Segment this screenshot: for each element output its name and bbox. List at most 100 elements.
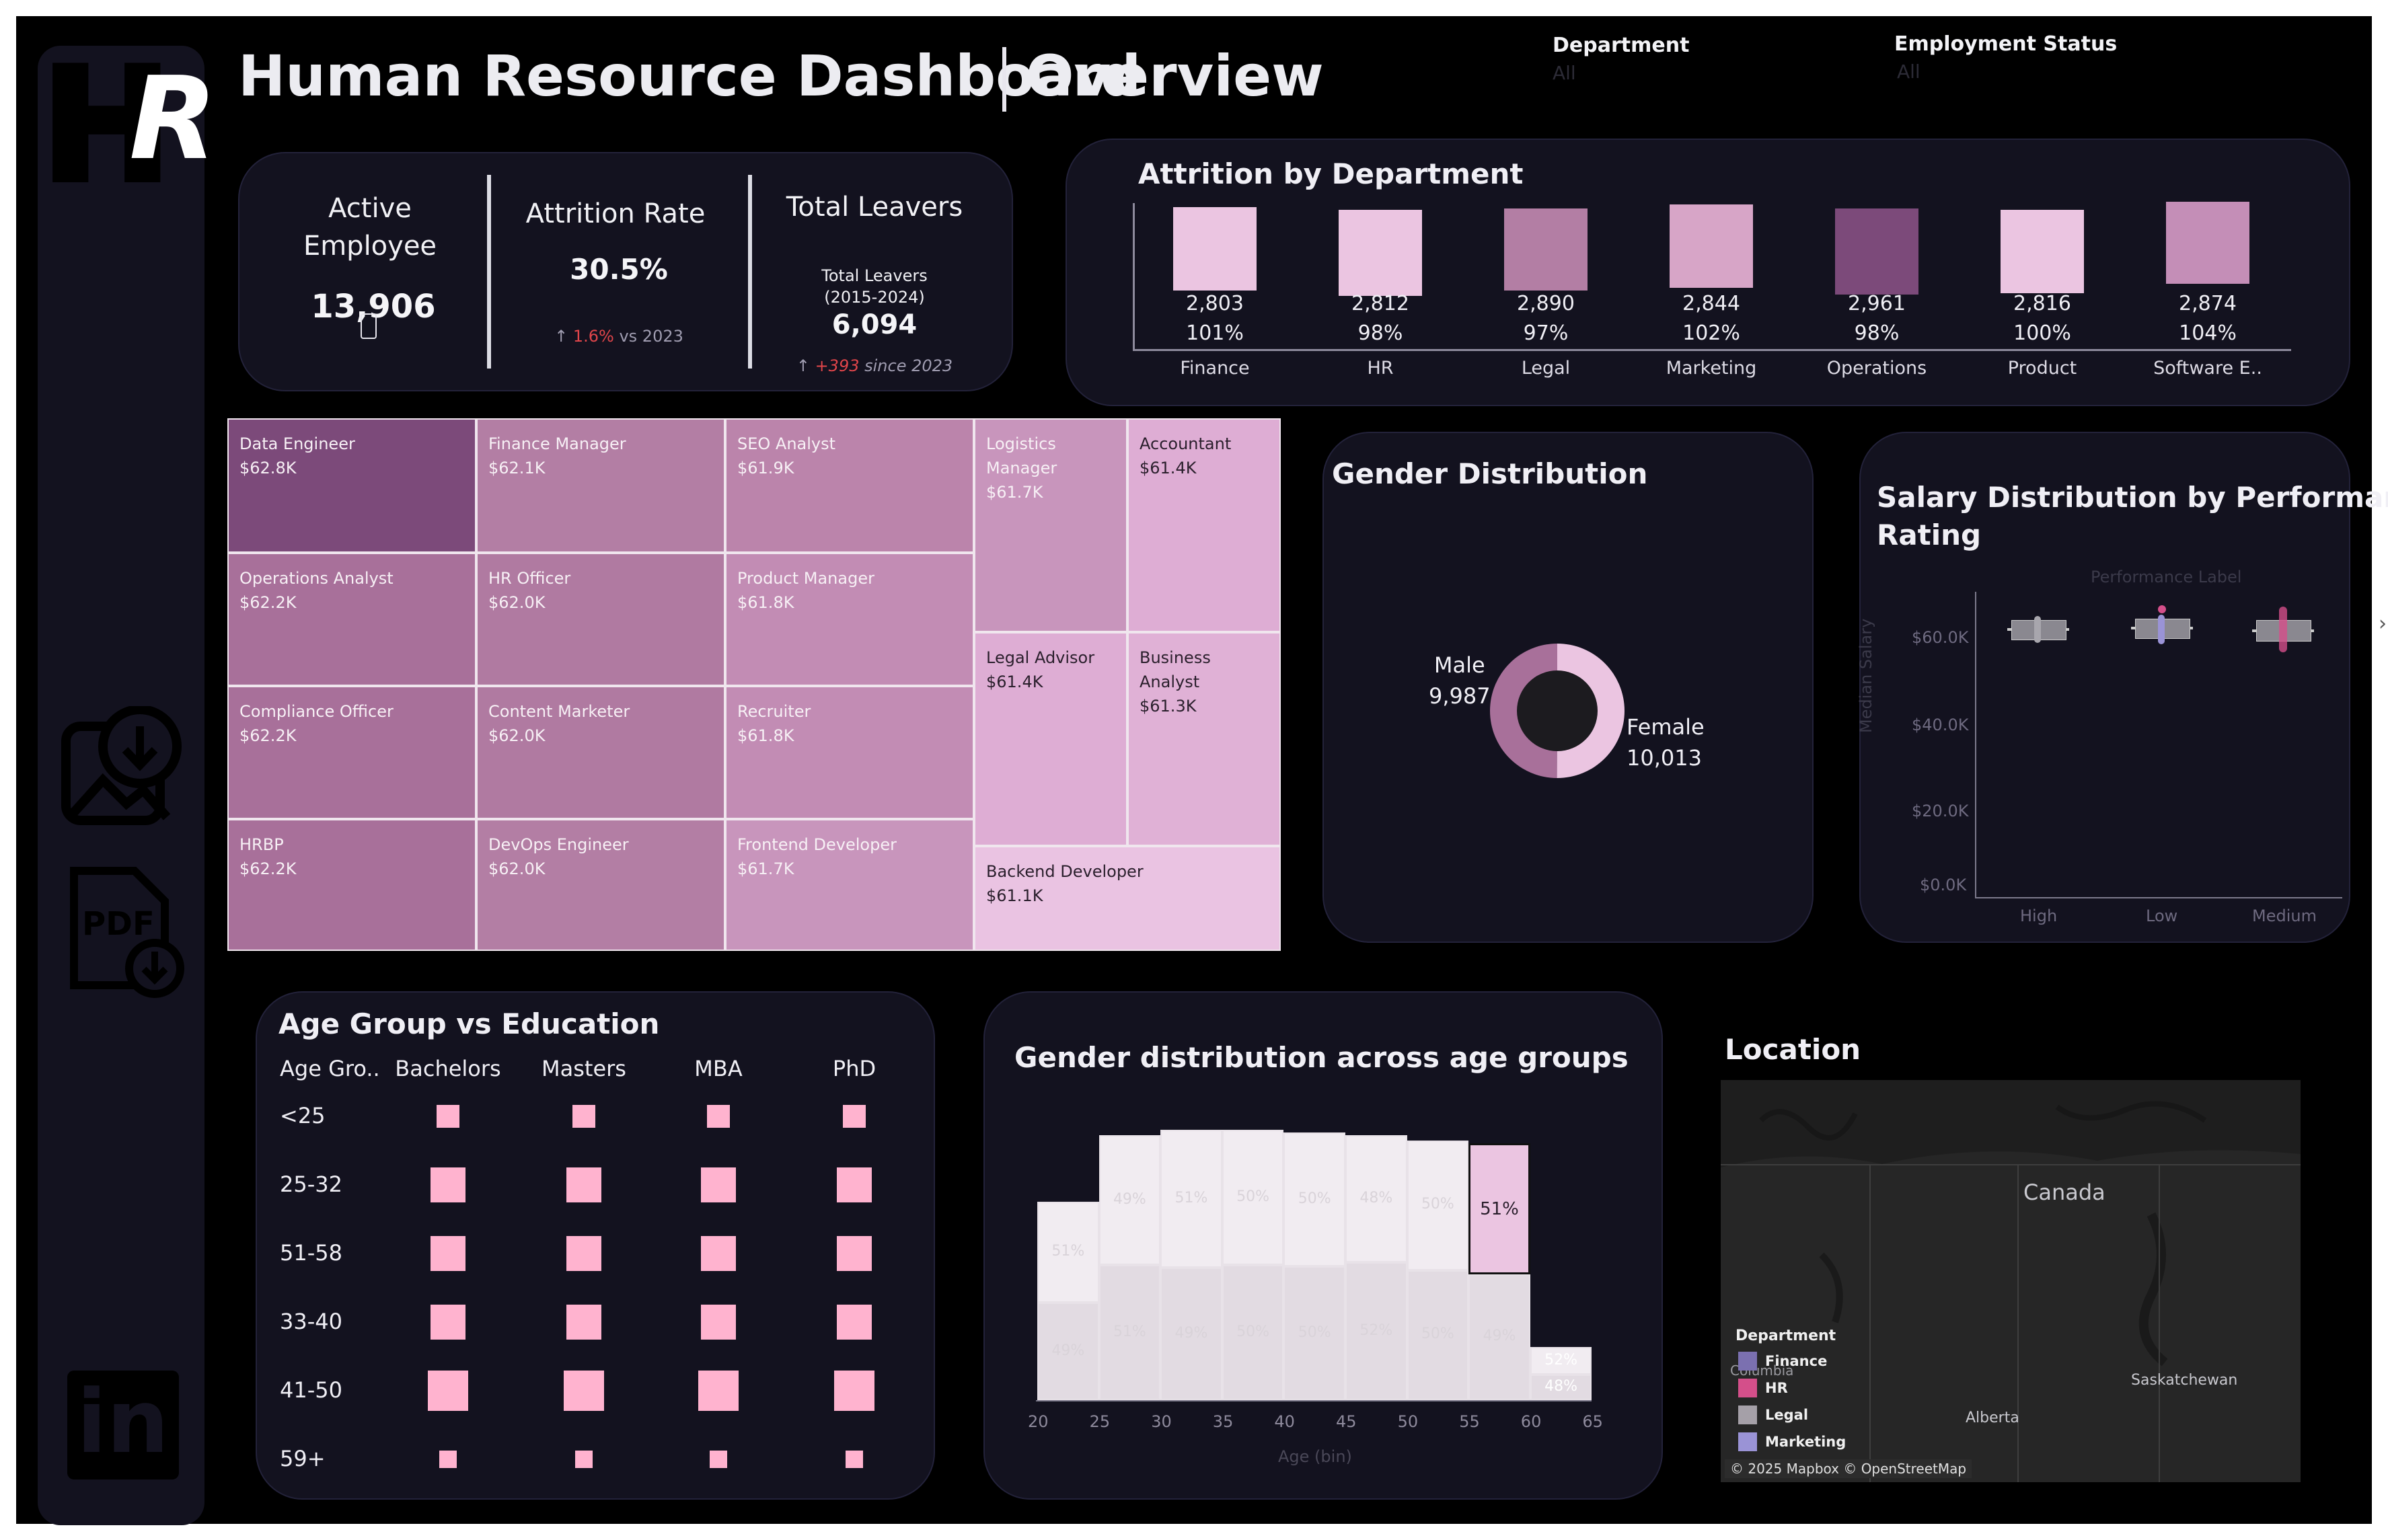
- gender-age-x-tick: 60: [1520, 1412, 1542, 1431]
- age-education-mark[interactable]: [572, 1105, 595, 1128]
- treemap-cell[interactable]: Product Manager $61.8K: [725, 553, 974, 686]
- attrition-rate-value: 30.5%: [570, 253, 668, 286]
- age-education-mark[interactable]: [564, 1371, 604, 1411]
- gender-age-axis-x: [1036, 1400, 1592, 1401]
- salary-x-tick: Medium: [2252, 907, 2317, 925]
- age-education-mark[interactable]: [837, 1167, 872, 1202]
- age-education-mark[interactable]: [707, 1105, 730, 1128]
- treemap-role: HRBP: [239, 835, 284, 854]
- age-education-mark[interactable]: [701, 1236, 736, 1271]
- salary-axis-x: [1975, 897, 2342, 898]
- gender-donut-hole: [1517, 670, 1598, 751]
- treemap-role: HR Officer: [488, 569, 571, 588]
- treemap-salary: $62.0K: [488, 593, 546, 612]
- map-legend-swatch: [1738, 1379, 1757, 1397]
- gender-age-x-tick: 25: [1089, 1412, 1111, 1431]
- treemap-cell[interactable]: Data Engineer $62.8K: [227, 418, 476, 553]
- treemap-role: DevOps Engineer: [488, 835, 629, 854]
- attrition-bar-operations[interactable]: [1835, 208, 1918, 295]
- location-map[interactable]: Canada Columbia Alberta Saskatchewan Dep…: [1721, 1080, 2301, 1482]
- gender-age-x-tick: 55: [1459, 1412, 1480, 1431]
- treemap-cell[interactable]: HRBP $62.2K: [227, 819, 476, 951]
- filter-employment-status-select[interactable]: All: [1897, 61, 1920, 83]
- salary-y-tick: $60.0K: [1912, 628, 1969, 647]
- age-education-mark[interactable]: [431, 1305, 465, 1340]
- male-label: Male: [1433, 652, 1485, 678]
- age-education-mark[interactable]: [439, 1451, 457, 1468]
- age-education-mark[interactable]: [701, 1167, 736, 1202]
- age-education-mark[interactable]: [843, 1105, 866, 1128]
- attrition-bar-product[interactable]: [2001, 210, 2084, 293]
- collapse-arrow-icon[interactable]: ›: [2379, 612, 2387, 636]
- map-country-label: Canada: [2023, 1180, 2105, 1205]
- gender-age-bottom-label: 49%: [1051, 1342, 1085, 1359]
- age-education-mark[interactable]: [701, 1305, 736, 1340]
- treemap-role: SEO Analyst: [737, 434, 836, 453]
- attrition-department-label: Finance: [1180, 358, 1250, 379]
- gender-age-x-tick: 50: [1397, 1412, 1419, 1431]
- gender-age-x-tick: 30: [1151, 1412, 1172, 1431]
- boxplot-low: [2131, 605, 2193, 646]
- image-download-icon[interactable]: [59, 706, 187, 834]
- gender-age-top-label: 51%: [1051, 1242, 1085, 1260]
- gender-age-bottom-label: 49%: [1174, 1324, 1208, 1342]
- treemap-cell[interactable]: Backend Developer $61.1K: [974, 846, 1281, 951]
- treemap-cell[interactable]: Operations Analyst $62.2K: [227, 553, 476, 686]
- age-education-mark[interactable]: [437, 1105, 459, 1128]
- treemap-cell[interactable]: Compliance Officer $62.2K: [227, 686, 476, 819]
- attrition-bar-marketing[interactable]: [1670, 204, 1753, 288]
- filter-department-select[interactable]: All: [1553, 62, 1576, 84]
- attrition-count: 2,844: [1682, 292, 1740, 315]
- treemap-cell[interactable]: Finance Manager $62.1K: [476, 418, 725, 553]
- total-leavers-value: 6,094: [831, 309, 918, 340]
- salary-x-tick: High: [2020, 907, 2058, 925]
- treemap-cell[interactable]: Legal Advisor $61.4K: [974, 632, 1127, 846]
- age-education-mark[interactable]: [837, 1236, 872, 1271]
- age-education-mark[interactable]: [431, 1167, 465, 1202]
- treemap-cell[interactable]: SEO Analyst $61.9K: [725, 418, 974, 553]
- age-education-mark[interactable]: [566, 1167, 601, 1202]
- pdf-download-icon[interactable]: PDF: [61, 864, 188, 999]
- age-education-mark[interactable]: [846, 1451, 863, 1468]
- logo-r: R: [129, 52, 217, 186]
- gender-age-top-label: 49%: [1113, 1190, 1146, 1208]
- male-value: 9,987: [1429, 683, 1491, 709]
- age-education-mark[interactable]: [698, 1371, 739, 1411]
- treemap-cell[interactable]: Content Marketer $62.0K: [476, 686, 725, 819]
- linkedin-icon[interactable]: in: [67, 1371, 179, 1479]
- age-education-mark[interactable]: [566, 1305, 601, 1340]
- arrow-up-icon: ↑: [796, 356, 810, 375]
- treemap-cell[interactable]: Business Analyst $61.3K: [1127, 632, 1281, 846]
- treemap-cell[interactable]: Accountant $61.4K: [1127, 418, 1281, 632]
- treemap-role: Backend Developer: [986, 862, 1144, 881]
- attrition-bar-hr[interactable]: [1339, 210, 1422, 296]
- attrition-bar-finance[interactable]: [1173, 207, 1257, 291]
- age-education-mark[interactable]: [710, 1451, 727, 1468]
- attrition-bar-legal[interactable]: [1504, 208, 1588, 291]
- attrition-count: 2,803: [1186, 292, 1244, 315]
- treemap-cell[interactable]: DevOps Engineer $62.0K: [476, 819, 725, 951]
- attrition-bar-software-e-[interactable]: [2166, 202, 2249, 284]
- map-attribution[interactable]: © 2025 Mapbox © OpenStreetMap: [1725, 1459, 1972, 1478]
- attrition-count: 2,961: [1848, 292, 1906, 315]
- treemap-cell[interactable]: HR Officer $62.0K: [476, 553, 725, 686]
- attrition-department-label: Legal: [1521, 358, 1571, 379]
- age-education-mark[interactable]: [428, 1371, 468, 1411]
- treemap-salary: $61.8K: [737, 726, 794, 745]
- treemap-salary: $62.2K: [239, 726, 297, 745]
- gender-age-top-label: 50%: [1236, 1188, 1270, 1205]
- salary-performance-title: Salary Distribution by Performance Ratin…: [1877, 479, 2388, 554]
- attrition-department-label: Product: [2007, 358, 2077, 379]
- treemap-cell[interactable]: Recruiter $61.8K: [725, 686, 974, 819]
- leavers-delta-suffix: since 2023: [859, 356, 953, 375]
- total-leavers-label: Total Leavers: [786, 192, 963, 223]
- treemap-cell[interactable]: Logistics Manager $61.7K: [974, 418, 1127, 632]
- age-education-mark[interactable]: [575, 1451, 593, 1468]
- treemap-salary: $62.0K: [488, 726, 546, 745]
- treemap-cell[interactable]: Frontend Developer $61.7K: [725, 819, 974, 951]
- age-education-mark[interactable]: [566, 1236, 601, 1271]
- age-education-mark[interactable]: [834, 1371, 874, 1411]
- age-education-mark[interactable]: [431, 1236, 465, 1271]
- age-education-mark[interactable]: [837, 1305, 872, 1340]
- boxplot-high: [2007, 615, 2069, 644]
